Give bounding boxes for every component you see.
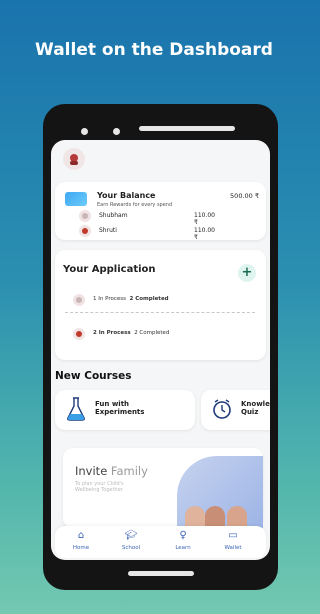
credit-card-icon xyxy=(65,192,87,206)
balance-subtitle: Earn Rewards for every spend xyxy=(97,202,173,208)
nav-label: Wallet xyxy=(224,545,242,551)
child-avatar xyxy=(73,294,85,306)
in-process-count: 2 In Process xyxy=(93,330,131,336)
balance-amount: 500.00 ₹ xyxy=(230,192,259,200)
kid-amount: 110.00 ₹ xyxy=(194,212,215,226)
avatar[interactable] xyxy=(63,148,85,170)
course-label-line2: Quiz xyxy=(241,408,259,416)
child-avatar xyxy=(73,328,85,340)
kid-amount: 110.00 ₹ xyxy=(194,227,215,241)
course-label: Fun with Experiments xyxy=(95,400,144,416)
user-avatar-icon xyxy=(70,154,78,165)
alarm-clock-icon xyxy=(213,399,231,419)
lightbulb-icon: ♀ xyxy=(179,530,187,541)
nav-label: School xyxy=(121,545,141,551)
kid-row[interactable]: Shruti 110.00 ₹ xyxy=(79,225,219,241)
course-label-line1: Knowle xyxy=(241,400,270,408)
home-icon: ⌂ xyxy=(77,530,85,541)
invite-subtitle-line2: Wellbeing Together xyxy=(75,487,123,493)
add-application-button[interactable]: + xyxy=(238,264,256,282)
flask-icon xyxy=(67,397,85,421)
course-card-quiz[interactable]: Knowle Quiz xyxy=(201,390,270,430)
family-member-figure xyxy=(227,506,247,528)
phone-frame: Your Balance Earn Rewards for every spen… xyxy=(43,104,278,590)
invite-title: Invite Family xyxy=(75,464,148,478)
family-member-figure xyxy=(185,506,205,528)
nav-home[interactable]: ⌂ Home xyxy=(61,530,101,551)
family-illustration xyxy=(177,456,263,528)
nav-label: Home xyxy=(72,545,90,551)
app-screen: Your Balance Earn Rewards for every spen… xyxy=(51,140,270,560)
completed-count: 2 Completed xyxy=(129,296,169,302)
wallet-icon: ▭ xyxy=(228,530,238,541)
application-title: Your Application xyxy=(63,264,156,275)
kid-row[interactable]: Shubham 110.00 ₹ xyxy=(79,210,219,226)
child-avatar-icon xyxy=(82,213,88,219)
kid-avatar xyxy=(79,210,91,222)
invite-title-accent: Family xyxy=(110,464,148,478)
divider xyxy=(65,312,255,313)
application-row[interactable]: 2 In Process 2 Completed xyxy=(73,328,223,340)
speaker-grille xyxy=(139,126,235,131)
nav-wallet[interactable]: ▭ Wallet xyxy=(213,530,253,551)
child-avatar-icon xyxy=(76,331,82,337)
course-label-line2: Experiments xyxy=(95,408,145,416)
headline-text: Wallet on the Dashboard xyxy=(35,40,273,60)
course-card-experiments[interactable]: Fun with Experiments xyxy=(55,390,195,430)
sensor-icon xyxy=(113,128,120,135)
bottom-nav: ⌂ Home 🎓︎ School ♀ Learn ▭ Wallet xyxy=(55,526,266,558)
invite-subtitle: To plan your Child's Wellbeing Together xyxy=(75,481,124,493)
completed-count: 2 Completed xyxy=(134,330,170,336)
child-avatar-icon xyxy=(82,228,88,234)
invite-family-card[interactable]: Invite Family To plan your Child's Wellb… xyxy=(63,448,263,528)
in-process-count: 1 In Process xyxy=(93,296,126,302)
nav-learn[interactable]: ♀ Learn xyxy=(163,530,203,551)
nav-school[interactable]: 🎓︎ School xyxy=(111,530,151,551)
balance-card[interactable]: Your Balance Earn Rewards for every spen… xyxy=(55,182,266,241)
invite-title-main: Invite xyxy=(75,464,108,478)
application-card[interactable]: Your Application + 1 In Process 2 Comple… xyxy=(55,250,266,360)
application-row[interactable]: 1 In Process 2 Completed xyxy=(73,294,223,306)
kid-name: Shubham xyxy=(99,212,128,219)
kid-name: Shruti xyxy=(99,227,117,234)
family-member-figure xyxy=(205,506,225,528)
kid-avatar xyxy=(79,225,91,237)
promo-headline: Wallet on the Dashboard xyxy=(0,40,308,61)
course-label-line1: Fun with xyxy=(95,400,130,408)
application-status: 2 In Process 2 Completed xyxy=(93,330,169,336)
front-camera-icon xyxy=(81,128,88,135)
new-courses-title: New Courses xyxy=(55,370,132,382)
nav-label: Learn xyxy=(175,545,191,551)
child-avatar-icon xyxy=(76,297,82,303)
home-indicator xyxy=(128,571,194,576)
course-label: Knowle Quiz xyxy=(241,400,270,416)
application-status: 1 In Process 2 Completed xyxy=(93,296,169,302)
balance-title: Your Balance xyxy=(97,191,156,200)
graduation-cap-icon: 🎓︎ xyxy=(124,530,138,541)
